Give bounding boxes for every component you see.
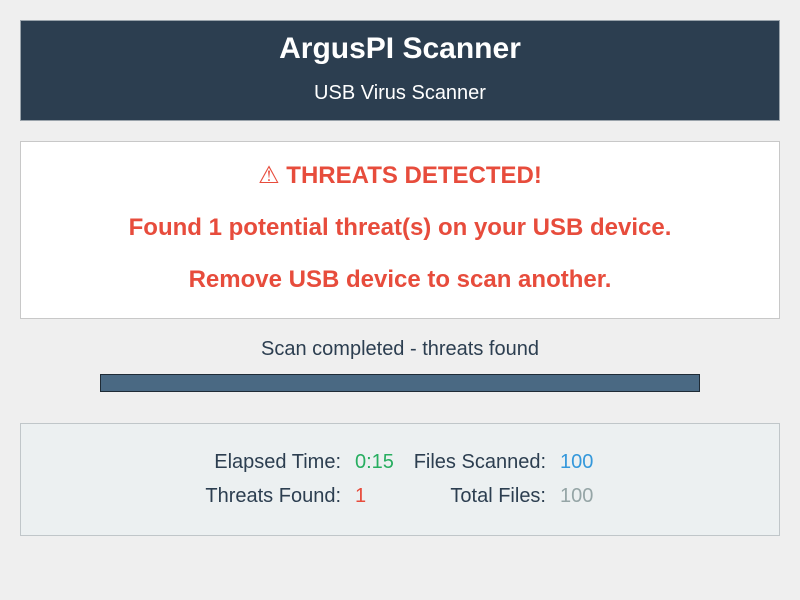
app-title: ArgusPI Scanner <box>279 32 521 65</box>
remove-device-instruction: Remove USB device to scan another. <box>188 266 612 293</box>
threats-found-label: Threats Found: <box>205 485 341 507</box>
elapsed-time-value: 0:15 <box>355 451 394 473</box>
scan-status-text: Scan completed - threats found <box>261 338 539 360</box>
threat-heading: ⚠ THREATS DETECTED! <box>258 162 542 189</box>
total-files-label: Total Files: <box>450 485 546 507</box>
threats-found-value: 1 <box>355 485 367 507</box>
files-scanned-value: 100 <box>560 451 594 473</box>
files-scanned-label: Files Scanned: <box>413 451 546 473</box>
app-subtitle: USB Virus Scanner <box>314 82 486 104</box>
total-files-value: 100 <box>560 485 594 507</box>
elapsed-time-label: Elapsed Time: <box>214 451 341 473</box>
threat-alert-panel: ⚠ THREATS DETECTED! Found 1 potential th… <box>20 141 780 319</box>
scan-progress-bar <box>100 374 700 392</box>
app-header: ArgusPI Scanner USB Virus Scanner <box>20 20 780 121</box>
threat-message: Found 1 potential threat(s) on your USB … <box>128 214 672 241</box>
scan-progress-fill <box>101 375 699 391</box>
scan-stats-panel: Elapsed Time: 0:15 Files Scanned: 100 Th… <box>20 423 780 536</box>
